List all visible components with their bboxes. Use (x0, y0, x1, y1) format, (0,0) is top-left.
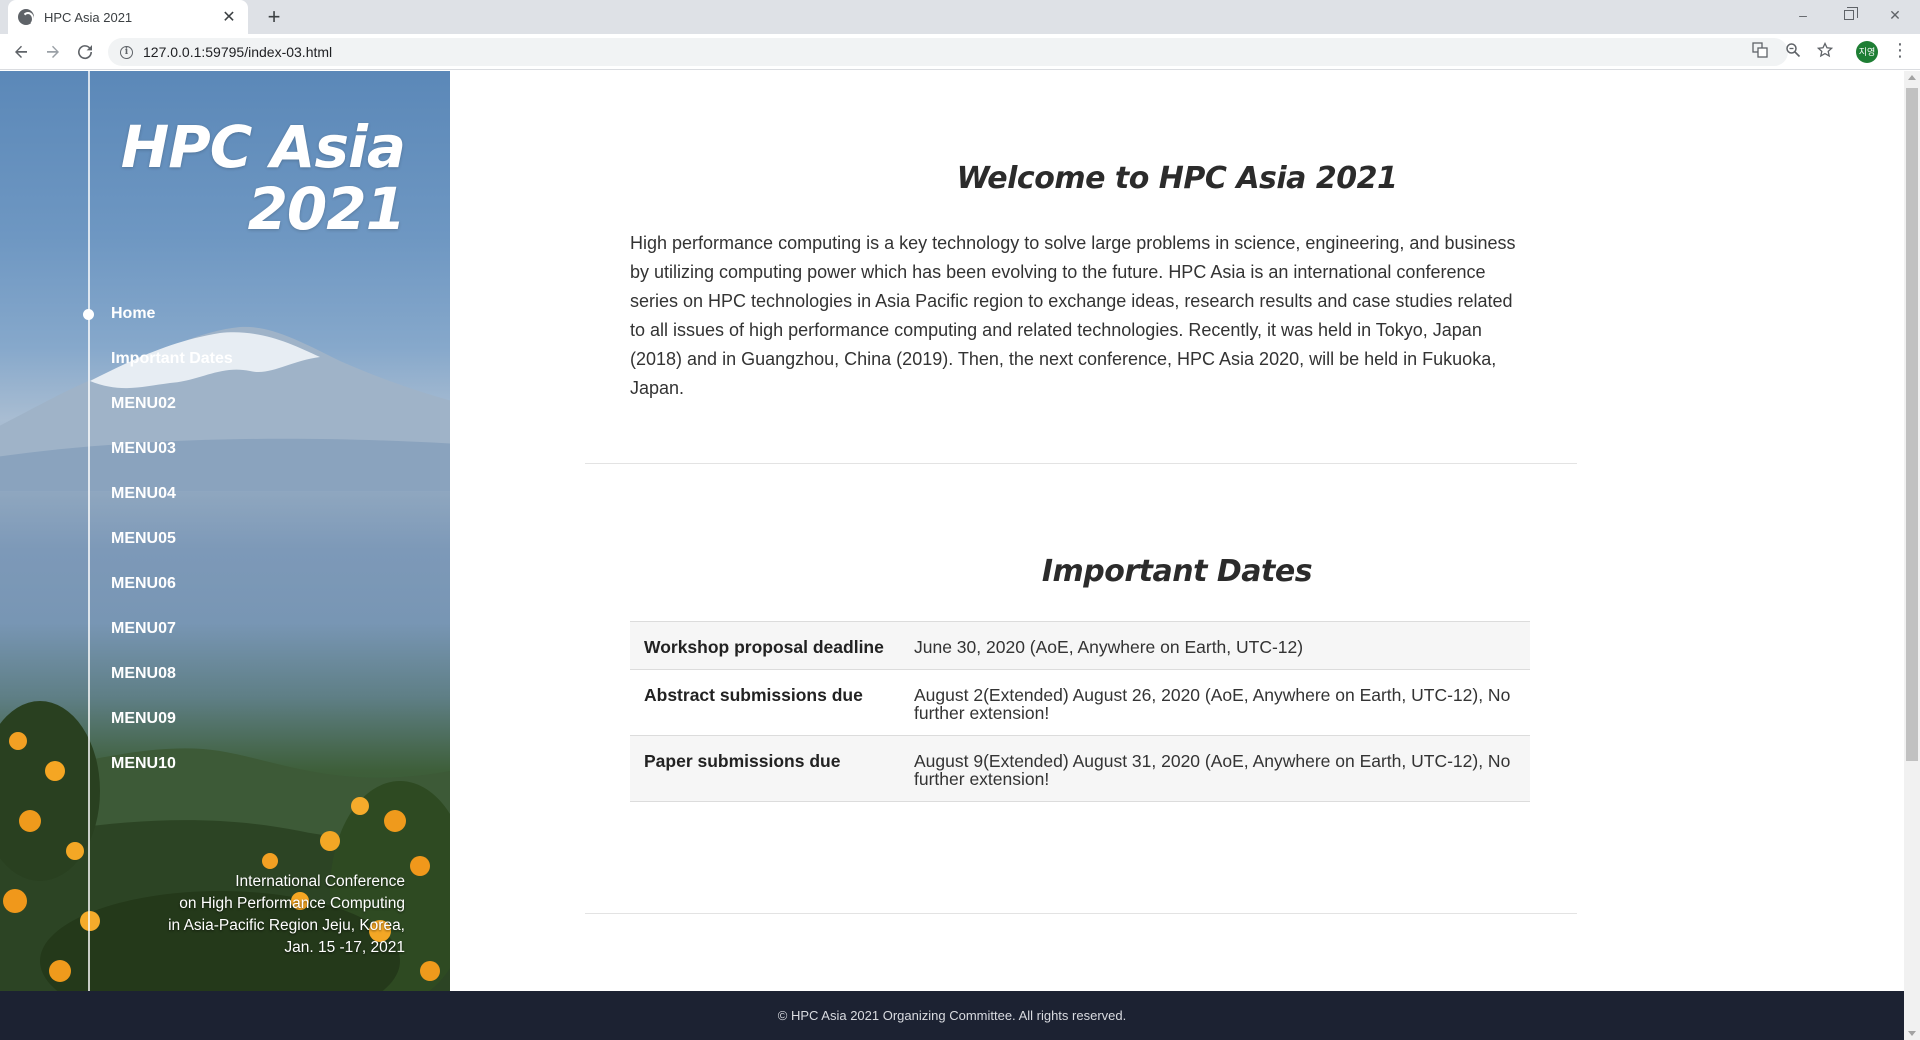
nav-item-menu02[interactable]: MENU02 (0, 393, 450, 438)
nav-item-menu08[interactable]: MENU08 (0, 663, 450, 708)
site-logo-title[interactable]: HPC Asia 2021 (120, 113, 406, 243)
nav-item-label: Important Dates (111, 350, 233, 367)
nav-item-menu05[interactable]: MENU05 (0, 528, 450, 573)
conference-info-line: International Conference (235, 873, 405, 890)
nav-item-label: MENU08 (111, 665, 176, 682)
nav-item-menu10[interactable]: MENU10 (0, 753, 450, 798)
info-icon[interactable]: i (120, 45, 133, 59)
nav-item-label: MENU10 (111, 755, 176, 772)
section-divider (585, 913, 1577, 914)
nav-item-label: MENU04 (111, 485, 176, 502)
nav-item-menu06[interactable]: MENU06 (0, 573, 450, 618)
browser-tab[interactable]: HPC Asia 2021 ✕ (8, 0, 248, 34)
date-label: Paper submissions due (644, 751, 841, 771)
browser-toolbar: i 127.0.0.1:59795/index-03.html 지영 ⋮ (0, 34, 1920, 70)
reload-icon[interactable] (73, 40, 97, 64)
date-value: August 9(Extended) August 31, 2020 (AoE,… (914, 751, 1511, 789)
nav-item-label: MENU03 (111, 440, 176, 457)
page-viewport: HPC Asia 2021 Home Important Dates MENU0… (0, 71, 1904, 1040)
conference-info: International Conference on High Perform… (168, 871, 405, 959)
welcome-heading: Welcome to HPC Asia 2021 (956, 161, 1398, 196)
conference-info-line: on High Performance Computing (179, 895, 405, 912)
new-tab-button[interactable]: + (260, 4, 288, 32)
date-value: June 30, 2020 (AoE, Anywhere on Earth, U… (914, 637, 1304, 657)
section-divider (585, 463, 1577, 464)
copyright-text: © HPC Asia 2021 Organizing Committee. Al… (777, 1008, 1127, 1023)
browser-tab-strip: HPC Asia 2021 ✕ + – ✕ (0, 0, 1920, 34)
sidebar: HPC Asia 2021 Home Important Dates MENU0… (0, 71, 450, 991)
table-row: Abstract submissions due August 2(Extend… (630, 669, 1530, 736)
nav-item-menu09[interactable]: MENU09 (0, 708, 450, 753)
nav-item-label: Home (111, 305, 156, 322)
nav-item-label: MENU05 (111, 530, 176, 547)
important-dates-heading: Important Dates (1041, 554, 1313, 589)
date-value: August 2(Extended) August 26, 2020 (AoE,… (914, 685, 1511, 723)
zoom-icon[interactable] (1783, 40, 1803, 60)
window-restore-button[interactable] (1826, 0, 1872, 30)
nav-item-menu04[interactable]: MENU04 (0, 483, 450, 528)
translate-icon[interactable] (1750, 40, 1770, 60)
table-row: Workshop proposal deadline June 30, 2020… (630, 621, 1530, 670)
tab-close-icon[interactable]: ✕ (220, 7, 238, 27)
url-text: 127.0.0.1:59795/index-03.html (143, 44, 333, 60)
scrollbar-thumb[interactable] (1906, 88, 1918, 761)
window-close-button[interactable]: ✕ (1872, 0, 1918, 30)
restore-icon (1844, 7, 1858, 20)
address-bar[interactable]: i 127.0.0.1:59795/index-03.html (108, 38, 1788, 66)
scroll-down-arrow-icon[interactable] (1908, 1031, 1916, 1036)
forward-arrow-icon[interactable] (41, 40, 65, 64)
date-label: Workshop proposal deadline (644, 637, 884, 657)
bookmark-star-icon[interactable] (1815, 40, 1835, 60)
window-minimize-button[interactable]: – (1780, 0, 1826, 30)
scroll-up-arrow-icon[interactable] (1908, 75, 1916, 80)
brand-line-2: 2021 (247, 175, 406, 243)
more-menu-icon[interactable]: ⋮ (1890, 40, 1910, 64)
conference-info-line: in Asia-Pacific Region Jeju, Korea, (168, 917, 405, 934)
active-indicator-dot (83, 309, 94, 320)
nav-item-label: MENU07 (111, 620, 176, 637)
main-content: Welcome to HPC Asia 2021 High performanc… (450, 71, 1904, 991)
nav-item-label: MENU06 (111, 575, 176, 592)
globe-icon (18, 9, 34, 26)
profile-avatar[interactable]: 지영 (1856, 41, 1878, 63)
tab-title: HPC Asia 2021 (44, 9, 133, 25)
intro-paragraph: High performance computing is a key tech… (630, 233, 1516, 398)
table-row: Paper submissions due August 9(Extended)… (630, 735, 1530, 802)
conference-info-line: Jan. 15 -17, 2021 (284, 939, 405, 956)
nav-item-label: MENU09 (111, 710, 176, 727)
nav-item-important-dates[interactable]: Important Dates (0, 348, 450, 393)
important-dates-table: Workshop proposal deadline June 30, 2020… (630, 621, 1530, 802)
nav-item-menu03[interactable]: MENU03 (0, 438, 450, 483)
page-scrollbar[interactable] (1904, 71, 1920, 1040)
date-label: Abstract submissions due (644, 685, 863, 705)
nav-item-menu07[interactable]: MENU07 (0, 618, 450, 663)
nav-item-label: MENU02 (111, 395, 176, 412)
page-footer: © HPC Asia 2021 Organizing Committee. Al… (0, 991, 1904, 1040)
nav-item-home[interactable]: Home (0, 303, 450, 348)
sidebar-nav: Home Important Dates MENU02 MENU03 MENU0… (0, 303, 450, 798)
back-arrow-icon[interactable] (9, 40, 33, 64)
brand-line-1: HPC Asia (120, 113, 406, 181)
